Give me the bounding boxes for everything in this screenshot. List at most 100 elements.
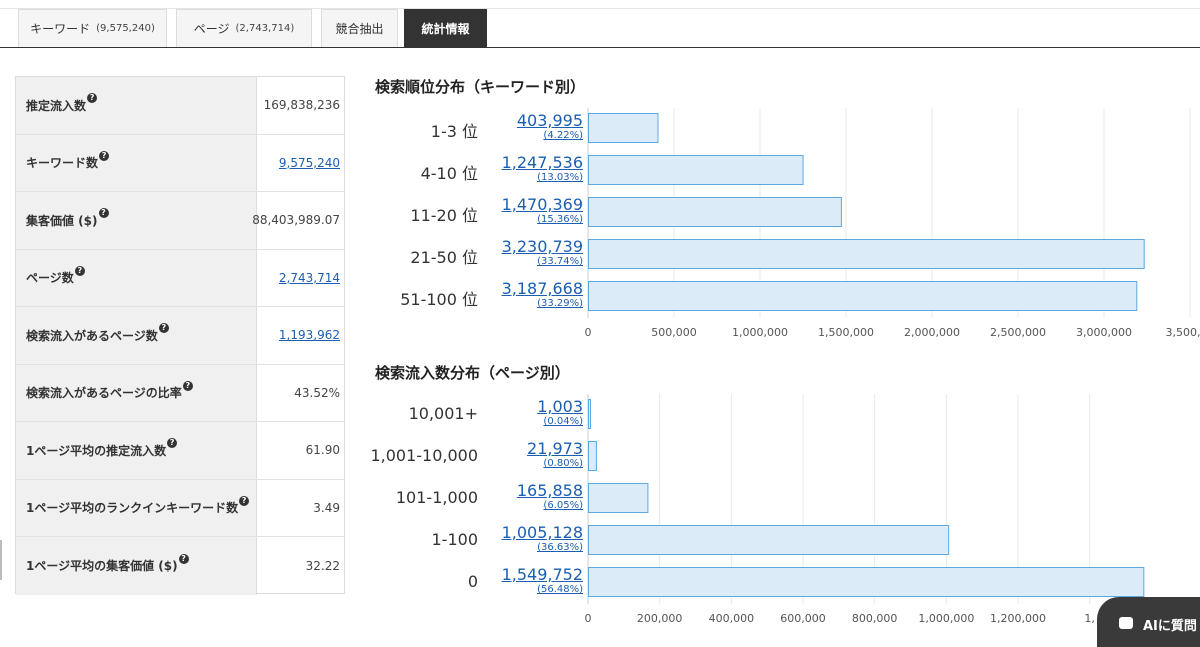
scroll-edge	[0, 540, 2, 580]
value-label-link[interactable]: 1,247,536	[483, 153, 583, 172]
tick-label: 500,000	[651, 326, 697, 339]
category-label: 21-50 位	[410, 248, 478, 267]
tick-label: 2,000,000	[904, 326, 960, 339]
bar	[588, 567, 1145, 597]
tab-pages-label: ページ	[193, 22, 230, 36]
bar	[588, 483, 649, 513]
stat-row-avg-keywords: 1ページ平均のランクインキーワード数? 3.49	[16, 479, 344, 537]
help-icon[interactable]: ?	[167, 438, 178, 449]
percent-label-link[interactable]: (6.05%)	[483, 500, 583, 511]
help-icon[interactable]: ?	[239, 495, 250, 506]
stat-label: ページ数?	[16, 249, 257, 306]
value-label-link[interactable]: 403,995	[483, 111, 583, 130]
percent-label-link[interactable]: (4.22%)	[483, 130, 583, 141]
help-icon[interactable]: ?	[74, 265, 85, 276]
tab-competitor[interactable]: 競合抽出	[321, 9, 398, 47]
bar	[588, 281, 1138, 311]
percent-label-link[interactable]: (13.03%)	[483, 172, 583, 183]
tick-label: 3,500,00	[1166, 326, 1200, 339]
percent-label-link[interactable]: (33.74%)	[483, 256, 583, 267]
ai-question-button[interactable]: AIに質問	[1097, 597, 1200, 647]
stat-value: 169,838,236	[263, 98, 340, 113]
percent-label-link[interactable]: (15.36%)	[483, 214, 583, 225]
tab-competitor-label: 競合抽出	[335, 22, 384, 36]
stat-value: 61.90	[305, 443, 340, 458]
tick-label: 0	[585, 326, 592, 339]
tab-underline	[0, 47, 1200, 48]
tab-keywords-label: キーワード	[30, 22, 91, 36]
stat-row-estimated-traffic: 推定流入数? 169,838,236	[16, 77, 344, 135]
bar	[588, 197, 842, 227]
page-count-link[interactable]: 2,743,714	[279, 250, 340, 307]
help-icon[interactable]: ?	[178, 553, 189, 564]
pages-with-traffic-link[interactable]: 1,193,962	[279, 307, 340, 364]
stat-label: キーワード数?	[16, 134, 257, 191]
tick-label: 1,	[1084, 612, 1095, 625]
stats-table: 推定流入数? 169,838,236 キーワード数? 9,575,240 集客価…	[15, 76, 345, 595]
category-label: 101-1,000	[395, 488, 478, 507]
category-label: 1-3 位	[430, 122, 478, 141]
value-label-link[interactable]: 165,858	[483, 481, 583, 500]
help-icon[interactable]: ?	[87, 93, 98, 104]
stat-label: 推定流入数?	[16, 77, 257, 134]
tick-label: 1,000,000	[918, 612, 974, 625]
tick-label: 1,000,000	[732, 326, 788, 339]
bar	[588, 441, 597, 471]
category-label: 4-10 位	[420, 164, 478, 183]
percent-label-link[interactable]: (56.48%)	[483, 584, 583, 595]
help-icon[interactable]: ?	[99, 150, 110, 161]
stat-row-page-count: ページ数? 2,743,714	[16, 249, 344, 307]
tab-pages[interactable]: ページ (2,743,714)	[176, 9, 312, 47]
value-label-link[interactable]: 21,973	[483, 439, 583, 458]
stat-row-pages-with-traffic: 検索流入があるページ数? 1,193,962	[16, 307, 344, 365]
tick-label: 0	[585, 612, 592, 625]
category-label: 1-100	[431, 530, 479, 549]
category-label: 0	[467, 572, 478, 591]
value-label-link[interactable]: 1,005,128	[483, 523, 583, 542]
category-label: 10,001+	[408, 404, 478, 423]
value-label-link[interactable]: 3,187,668	[483, 279, 583, 298]
tick-label: 1,500,000	[818, 326, 874, 339]
traffic-chart-title: 検索流入数分布（ページ別）	[375, 364, 570, 382]
percent-label-link[interactable]: (0.80%)	[483, 458, 583, 469]
stat-row-avg-traffic: 1ページ平均の推定流入数? 61.90	[16, 422, 344, 480]
stat-label: 1ページ平均の推定流入数?	[16, 422, 257, 479]
stat-row-avg-value: 1ページ平均の集客価値 ($)? 32.22	[16, 537, 344, 595]
stat-value: 88,403,989.07	[252, 213, 340, 228]
help-icon[interactable]: ?	[158, 323, 169, 334]
tab-keywords-count: (9,575,240)	[96, 23, 155, 34]
tab-statistics-label: 統計情報	[421, 22, 470, 36]
percent-label-link[interactable]: (36.63%)	[483, 542, 583, 553]
stat-label: 検索流入があるページ数?	[16, 307, 257, 364]
tick-label: 800,000	[852, 612, 898, 625]
stat-value: 43.52%	[294, 385, 340, 400]
keyword-count-link[interactable]: 9,575,240	[279, 135, 340, 192]
stat-label: 検索流入があるページの比率?	[16, 364, 257, 421]
category-label: 1,001-10,000	[370, 446, 478, 465]
bar	[588, 239, 1145, 269]
stat-row-traffic-page-ratio: 検索流入があるページの比率? 43.52%	[16, 364, 344, 422]
tick-label: 1,200,000	[990, 612, 1046, 625]
tick-label: 3,000,000	[1076, 326, 1132, 339]
help-icon[interactable]: ?	[182, 380, 193, 391]
help-icon[interactable]: ?	[98, 208, 109, 219]
rank-chart-title: 検索順位分布（キーワード別）	[375, 78, 586, 96]
value-label-link[interactable]: 1,470,369	[483, 195, 583, 214]
percent-label-link[interactable]: (33.29%)	[483, 298, 583, 309]
stat-label: 集客価値 ($)?	[16, 192, 257, 249]
tick-label: 400,000	[709, 612, 755, 625]
percent-label-link[interactable]: (0.04%)	[483, 416, 583, 427]
category-label: 11-20 位	[410, 206, 478, 225]
ai-question-label: AIに質問	[1143, 619, 1197, 634]
tab-keywords[interactable]: キーワード (9,575,240)	[18, 9, 167, 47]
stat-label: 1ページ平均の集客価値 ($)?	[16, 537, 257, 595]
stat-label: 1ページ平均のランクインキーワード数?	[16, 479, 257, 536]
value-label-link[interactable]: 1,549,752	[483, 565, 583, 584]
tab-statistics[interactable]: 統計情報	[404, 9, 487, 47]
category-label: 51-100 位	[400, 290, 478, 309]
stat-value: 32.22	[305, 558, 340, 573]
value-label-link[interactable]: 1,003	[483, 397, 583, 416]
robot-icon	[1119, 617, 1133, 629]
bar	[588, 155, 804, 185]
value-label-link[interactable]: 3,230,739	[483, 237, 583, 256]
